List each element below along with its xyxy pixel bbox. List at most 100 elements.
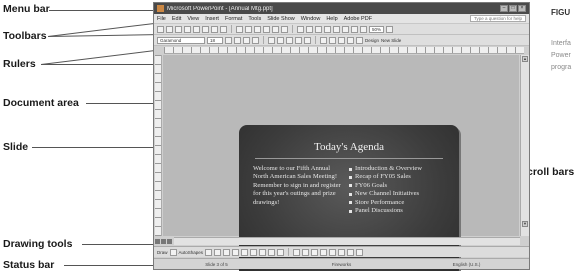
new-slide-button[interactable]: New Slide	[381, 38, 401, 43]
new-icon[interactable]	[157, 25, 164, 33]
slide-left-text[interactable]: Welcome to our Fifth Annual North Americ…	[253, 165, 345, 207]
dash-style-icon[interactable]	[329, 248, 337, 256]
oval-icon[interactable]	[232, 248, 240, 256]
menu-view[interactable]: View	[187, 16, 199, 22]
cut-icon[interactable]	[236, 25, 243, 33]
line-style-icon[interactable]	[320, 248, 328, 256]
email-icon[interactable]	[193, 25, 200, 33]
decrease-indent-icon[interactable]	[338, 36, 345, 44]
underline-icon[interactable]	[243, 36, 250, 44]
show-formatting-icon[interactable]	[351, 25, 358, 33]
clip-art-icon[interactable]	[268, 248, 276, 256]
title-bar: Microsoft PowerPoint - [Annual Mtg.ppt] …	[154, 3, 529, 14]
slide-welcome-text: Welcome to our Fifth Annual North Americ…	[253, 165, 338, 181]
format-painter-icon[interactable]	[263, 25, 270, 33]
arrow-icon[interactable]	[214, 248, 222, 256]
numbering-icon[interactable]	[295, 36, 302, 44]
zoom-select[interactable]: 50%	[369, 25, 385, 33]
draw-menu-button[interactable]: Draw	[157, 250, 168, 255]
minimize-button[interactable]: –	[500, 5, 508, 12]
insert-table-icon[interactable]	[306, 25, 313, 33]
leader-rulers-1	[41, 49, 163, 65]
bullet-text: FY06 Goals	[355, 181, 388, 189]
horizontal-ruler[interactable]	[164, 47, 524, 54]
copy-icon[interactable]	[245, 25, 252, 33]
fill-color-icon[interactable]	[293, 248, 301, 256]
status-bar: Slide 3 of 5 Fireworks English (U.S.)	[154, 258, 529, 269]
menu-help[interactable]: Help	[326, 16, 337, 22]
wordart-icon[interactable]	[250, 248, 258, 256]
spelling-icon[interactable]	[220, 25, 227, 33]
callout-toolbars: Toolbars	[3, 30, 47, 42]
decrease-font-icon[interactable]	[329, 36, 336, 44]
font-size-select[interactable]: 18	[207, 36, 223, 44]
horizontal-scrollbar[interactable]	[174, 237, 520, 245]
open-icon[interactable]	[166, 25, 173, 33]
permission-icon[interactable]	[184, 25, 191, 33]
vertical-scrollbar[interactable]: ▲ ▼	[520, 55, 529, 236]
list-item: FY06 Goals	[349, 182, 449, 190]
bold-icon[interactable]	[225, 36, 232, 44]
slide-bullet-list[interactable]: Introduction & Overview Recap of FY05 Sa…	[349, 165, 449, 215]
print-preview-icon[interactable]	[211, 25, 218, 33]
arrow-style-icon[interactable]	[338, 248, 346, 256]
undo-icon[interactable]	[272, 25, 279, 33]
bullets-icon[interactable]	[304, 36, 311, 44]
line-icon[interactable]	[205, 248, 213, 256]
font-color-icon[interactable]	[311, 248, 319, 256]
increase-font-icon[interactable]	[320, 36, 327, 44]
increase-indent-icon[interactable]	[347, 36, 354, 44]
menu-tools[interactable]: Tools	[248, 16, 261, 22]
bullet-icon	[349, 175, 352, 179]
print-icon[interactable]	[202, 25, 209, 33]
font-name-select[interactable]: Garamond	[157, 36, 205, 44]
menu-window[interactable]: Window	[301, 16, 321, 22]
bullet-text: Panel Discussions	[355, 207, 403, 215]
menu-file[interactable]: File	[157, 16, 166, 22]
shadow-icon[interactable]	[252, 36, 259, 44]
redo-icon[interactable]	[281, 25, 288, 33]
scroll-up-icon[interactable]: ▲	[522, 56, 528, 62]
italic-icon[interactable]	[234, 36, 241, 44]
align-center-icon[interactable]	[277, 36, 284, 44]
menu-adobe-pdf[interactable]: Adobe PDF	[344, 16, 372, 22]
document-area[interactable]: Today's Agenda Welcome to our Fifth Annu…	[163, 55, 519, 271]
close-button[interactable]: ×	[518, 5, 526, 12]
text-box-icon[interactable]	[241, 248, 249, 256]
insert-picture-icon[interactable]	[324, 25, 331, 33]
scroll-down-icon[interactable]: ▼	[522, 221, 528, 227]
show-grid-icon[interactable]	[360, 25, 367, 33]
align-left-icon[interactable]	[268, 36, 275, 44]
help-icon[interactable]	[386, 25, 394, 33]
vertical-ruler[interactable]	[155, 55, 162, 236]
insert-chart-icon[interactable]	[297, 25, 304, 33]
expand-all-icon[interactable]	[342, 25, 349, 33]
slide-sorter-icon[interactable]	[161, 238, 166, 244]
slide-title[interactable]: Today's Agenda	[239, 141, 459, 153]
color-grayscale-icon[interactable]	[333, 25, 340, 33]
picture-icon[interactable]	[277, 248, 285, 256]
menu-slide-show[interactable]: Slide Show	[267, 16, 295, 22]
select-objects-icon[interactable]	[169, 248, 177, 256]
line-color-icon[interactable]	[302, 248, 310, 256]
save-icon[interactable]	[175, 25, 182, 33]
tables-borders-icon[interactable]	[315, 25, 322, 33]
bullet-icon	[349, 201, 352, 205]
menu-format[interactable]: Format	[225, 16, 242, 22]
maximize-button[interactable]: □	[509, 5, 517, 12]
shadow-style-icon[interactable]	[347, 248, 355, 256]
paste-icon[interactable]	[254, 25, 261, 33]
design-button[interactable]: Design	[365, 38, 379, 43]
diagram-icon[interactable]	[259, 248, 267, 256]
3d-style-icon[interactable]	[356, 248, 364, 256]
help-search-input[interactable]: Type a question for help	[469, 15, 526, 22]
align-right-icon[interactable]	[286, 36, 293, 44]
font-color-icon[interactable]	[356, 36, 363, 44]
autoshapes-button[interactable]: AutoShapes	[179, 250, 204, 255]
callout-slide: Slide	[3, 141, 29, 153]
rectangle-icon[interactable]	[223, 248, 231, 256]
slide-show-icon[interactable]	[167, 238, 172, 244]
menu-edit[interactable]: Edit	[172, 16, 181, 22]
normal-view-icon[interactable]	[155, 238, 160, 244]
menu-insert[interactable]: Insert	[205, 16, 219, 22]
